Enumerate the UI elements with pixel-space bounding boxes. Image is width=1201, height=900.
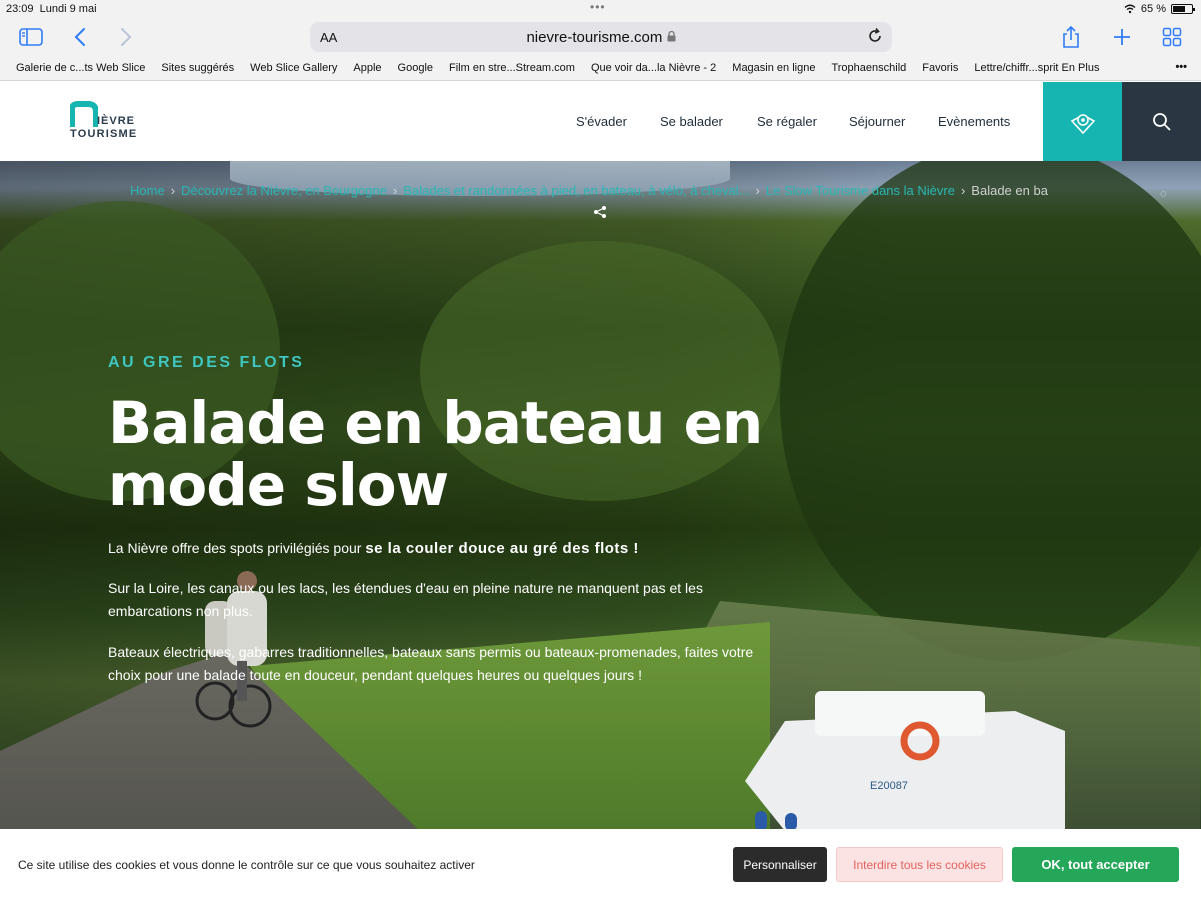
status-time: 23:09 Lundi 9 mai (6, 3, 97, 15)
deny-cookies-button[interactable]: Interdire tous les cookies (836, 847, 1003, 882)
bookmarks-bar: Galerie de c...ts Web Slice Sites suggér… (0, 56, 1201, 81)
hero-banner: E20087 Home › Découvrez la Nièvre, en Bour… (0, 161, 1201, 829)
multitask-dots-icon[interactable]: ••• (590, 0, 606, 14)
share-icon[interactable] (1057, 23, 1085, 51)
status-right: 65 % (1124, 3, 1195, 15)
battery-percent: 65 % (1140, 3, 1166, 15)
logo-text-line2: TOURISME (70, 128, 138, 140)
breadcrumb-item[interactable]: Le Slow Tourisme dans la Nièvre (766, 183, 955, 198)
sidebar-toggle-icon[interactable] (17, 23, 45, 51)
breadcrumb-item[interactable]: Home (130, 183, 165, 198)
hero-foliage (780, 161, 1201, 661)
more-bookmarks-icon[interactable]: ••• (1175, 61, 1187, 73)
breadcrumb-current: Balade en ba (971, 183, 1048, 198)
breadcrumb: Home › Découvrez la Nièvre, en Bourgogne › B… (130, 183, 1048, 198)
nav-se-regaler[interactable]: Se régaler (757, 114, 817, 129)
logo-text-line1: IÈVRE (97, 115, 136, 127)
bookmark-item[interactable]: Web Slice Gallery (250, 62, 337, 74)
back-icon[interactable] (66, 23, 94, 51)
bookmark-item[interactable]: Google (398, 62, 433, 74)
map-button[interactable] (1043, 82, 1122, 161)
tab-overview-icon[interactable] (1158, 23, 1186, 51)
loading-icon: ◌ (1160, 188, 1167, 200)
forward-icon[interactable] (112, 23, 140, 51)
url-text[interactable]: nievre-tourisme.com (310, 29, 892, 46)
site-logo[interactable]: IÈVRE TOURISME (70, 101, 150, 145)
search-icon (1152, 112, 1171, 131)
wifi-icon (1124, 4, 1136, 14)
search-button[interactable] (1122, 82, 1201, 161)
bookmark-item[interactable]: Que voir da...la Nièvre - 2 (591, 62, 716, 74)
bookmark-item[interactable]: Trophaenschild (831, 62, 906, 74)
status-bar: 23:09 Lundi 9 mai ••• 65 % (0, 0, 1201, 18)
nav-evenements[interactable]: Evènements (938, 114, 1010, 129)
hero-intro: La Nièvre offre des spots privilégiés po… (108, 540, 639, 557)
browser-toolbar: AA nievre-tourisme.com (0, 18, 1201, 56)
breadcrumb-item[interactable]: Balades et randonnées à pied, en bateau,… (403, 183, 749, 198)
hero-kicker: AU GRE DES FLOTS (108, 354, 305, 371)
nav-sevader[interactable]: S'évader (576, 114, 627, 129)
lock-icon (667, 30, 676, 42)
site-header: IÈVRE TOURISME S'évader Se balader Se ré… (0, 82, 1201, 161)
accept-cookies-button[interactable]: OK, tout accepter (1012, 847, 1179, 882)
bookmark-item[interactable]: Apple (353, 62, 381, 74)
map-pin-icon (1070, 113, 1095, 134)
logo-n-icon (70, 101, 98, 127)
bookmark-item[interactable]: Sites suggérés (161, 62, 234, 74)
nav-sejourner[interactable]: Séjourner (849, 114, 905, 129)
hero-title: Balade en bateau en mode slow (108, 392, 788, 516)
nav-se-balader[interactable]: Se balader (660, 114, 723, 129)
hero-title-line2: mode slow (108, 451, 449, 519)
boat-id: E20087 (870, 780, 908, 792)
cookie-banner: Ce site utilise des cookies et vous donn… (0, 829, 1201, 900)
hero-content: AU GRE DES FLOTS Balade en bateau en mod… (108, 354, 788, 687)
personalize-button[interactable]: Personnaliser (733, 847, 827, 882)
boat-illustration: E20087 (745, 691, 1065, 829)
address-bar[interactable]: AA nievre-tourisme.com (310, 22, 892, 52)
bookmark-item[interactable]: Galerie de c...ts Web Slice (16, 62, 145, 74)
cookie-text: Ce site utilise des cookies et vous donn… (18, 858, 475, 872)
bookmark-item[interactable]: Magasin en ligne (732, 62, 815, 74)
hero-paragraph: Bateaux électriques, gabarres traditionn… (108, 644, 754, 683)
bookmark-item[interactable]: Film en stre...Stream.com (449, 62, 575, 74)
bookmark-item[interactable]: Lettre/chiffr...sprit En Plus (974, 62, 1099, 74)
bookmark-item[interactable]: Favoris (922, 62, 958, 74)
reload-icon[interactable] (866, 27, 884, 50)
breadcrumb-item[interactable]: Découvrez la Nièvre, en Bourgogne (181, 183, 387, 198)
new-tab-icon[interactable] (1108, 23, 1136, 51)
share-icon[interactable] (593, 205, 607, 224)
battery-icon (1171, 4, 1195, 14)
hero-title-line1: Balade en bateau en (108, 389, 763, 457)
hero-paragraph: Sur la Loire, les canaux ou les lacs, le… (108, 580, 703, 619)
